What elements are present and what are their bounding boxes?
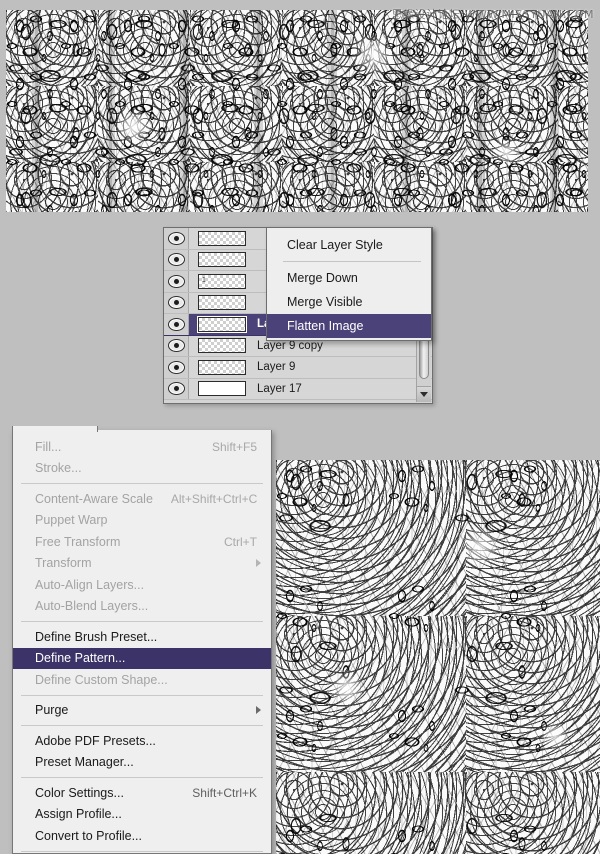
edit-menu-item: Auto-Align Layers... — [13, 574, 271, 596]
chevron-right-icon — [256, 706, 261, 715]
layer-thumbnail — [198, 252, 246, 268]
edit-menu-item-label: Puppet Warp — [35, 513, 108, 528]
layer-thumbnail-cell[interactable] — [189, 359, 255, 375]
layer-thumbnail-cell[interactable] — [189, 315, 255, 333]
edit-menu-item[interactable]: Purge — [13, 700, 271, 722]
layer-visibility-toggle[interactable] — [164, 335, 189, 356]
pattern-layer-highlights — [6, 10, 588, 212]
layer-row[interactable]: Layer 9 — [164, 357, 432, 379]
edit-menu-item: Content-Aware Scale Alt+Shift+Ctrl+C — [13, 488, 271, 510]
eye-icon — [167, 296, 185, 310]
chevron-right-icon — [256, 559, 261, 568]
edit-menu-item[interactable]: Assign Profile... — [13, 804, 271, 826]
edit-menu-item: Fill... Shift+F5 — [13, 436, 271, 458]
edit-menu-titlebar-stub — [12, 426, 98, 432]
layer-thumbnail-cell[interactable] — [189, 381, 255, 397]
edit-menu-item-label: Assign Profile... — [35, 807, 122, 822]
edit-menu-item[interactable]: Convert to Profile... — [13, 825, 271, 847]
triangle-down-icon — [420, 392, 428, 397]
edit-menu-item-label: Auto-Align Layers... — [35, 577, 145, 592]
edit-menu-item[interactable]: Define Brush Preset... — [13, 626, 271, 648]
context-menu-separator — [283, 261, 421, 262]
menu-separator — [21, 777, 263, 778]
layer-visibility-toggle[interactable] — [164, 271, 189, 292]
layer-thumbnail — [198, 230, 246, 246]
edit-menu-item-label: Define Brush Preset... — [35, 629, 158, 644]
edit-menu-dropdown[interactable]: Fill... Shift+F5 Stroke... Content-Aware Sc… — [12, 430, 272, 854]
context-menu-item[interactable]: Flatten Image — [267, 314, 431, 338]
menu-separator — [21, 725, 263, 726]
eye-icon — [167, 274, 185, 288]
layer-thumbnail-cell[interactable] — [189, 230, 255, 246]
layer-thumbnail-cell[interactable] — [189, 252, 255, 268]
menu-separator — [21, 621, 263, 622]
edit-menu-item: Auto-Blend Layers... — [13, 596, 271, 618]
layer-visibility-toggle[interactable] — [164, 314, 189, 335]
edit-menu-item-label: Stroke... — [35, 461, 82, 476]
layer-thumbnail — [198, 381, 246, 397]
layer-thumbnail: 1 — [198, 273, 246, 289]
edit-menu-item-label: Adobe PDF Presets... — [35, 733, 156, 748]
context-menu-item[interactable]: Merge Visible — [267, 290, 431, 314]
edit-menu-item: Puppet Warp — [13, 510, 271, 532]
layer-context-menu[interactable]: Clear Layer Style Merge Down Merge Visible… — [266, 227, 432, 341]
layer-thumbnail — [198, 359, 246, 375]
edit-menu-item-label: Content-Aware Scale — [35, 491, 153, 506]
menu-separator — [21, 694, 263, 696]
layer-thumbnail — [198, 295, 246, 311]
edit-menu-item: Stroke... — [13, 458, 271, 480]
layer-name-label: Layer 9 — [257, 361, 296, 374]
edit-menu-item-label: Define Pattern... — [35, 651, 126, 666]
layer-thumbnail-cell[interactable] — [189, 338, 255, 354]
context-menu-item[interactable]: Clear Layer Style — [267, 233, 431, 257]
layer-visibility-toggle[interactable] — [164, 228, 189, 249]
edit-menu-item-label: Transform — [35, 556, 92, 571]
layer-thumbnail — [198, 338, 246, 354]
layer-thumbnail — [197, 315, 247, 333]
menu-separator — [21, 850, 263, 852]
edit-menu-item[interactable]: Adobe PDF Presets... — [13, 730, 271, 752]
top-pattern-image — [6, 10, 588, 212]
eye-icon — [167, 339, 185, 353]
layer-row[interactable]: Layer 17 — [164, 378, 432, 400]
layer-thumbnail-cell[interactable] — [189, 295, 255, 311]
edit-menu-item-label: Convert to Profile... — [35, 828, 142, 843]
menu-separator — [21, 483, 263, 484]
context-menu-item[interactable]: Merge Down — [267, 266, 431, 290]
layer-visibility-toggle[interactable] — [164, 378, 189, 399]
canvas-layer-highlights — [276, 460, 600, 854]
layer-visibility-toggle[interactable] — [164, 249, 189, 270]
edit-menu-item-label: Define Custom Shape... — [35, 672, 168, 687]
layers-scroll-down-button[interactable] — [417, 386, 431, 402]
layer-visibility-toggle[interactable] — [164, 357, 189, 378]
edit-menu-item-shortcut: Shift+Ctrl+K — [192, 785, 257, 800]
layer-name-label: Layer 9 copy — [257, 339, 323, 352]
edit-menu-item[interactable]: Color Settings... Shift+Ctrl+K — [13, 782, 271, 804]
watermark-text: 思缘设计论坛 WWW.MISSYUAN.COM — [391, 8, 594, 21]
edit-menu-item[interactable]: Preset Manager... — [13, 752, 271, 774]
edit-menu-item: Transform — [13, 553, 271, 575]
edit-menu-item-shortcut: Shift+F5 — [211, 439, 257, 454]
layer-thumbnail-cell[interactable]: 1 — [189, 273, 255, 289]
eye-icon — [167, 382, 185, 396]
edit-menu-item-label: Preset Manager... — [35, 755, 134, 770]
eye-icon — [167, 317, 185, 331]
edit-menu-item[interactable]: Define Pattern... — [13, 647, 271, 669]
edit-menu-item-label: Free Transform — [35, 534, 121, 549]
eye-icon — [167, 253, 185, 267]
edit-menu-item-label: Color Settings... — [35, 785, 124, 800]
edit-menu-item-label: Auto-Blend Layers... — [35, 599, 149, 614]
edit-menu-item-label: Purge — [35, 703, 69, 718]
layer-thumbnail-mark: 1 — [202, 276, 206, 284]
eye-icon — [167, 360, 185, 374]
edit-menu-item: Free Transform Ctrl+T — [13, 531, 271, 553]
edit-menu-item-label: Fill... — [35, 439, 62, 454]
layer-visibility-toggle[interactable] — [164, 292, 189, 313]
layer-name-label: Layer 17 — [257, 382, 302, 395]
edit-menu-item-shortcut: Ctrl+T — [224, 534, 257, 549]
canvas-pattern-image — [276, 460, 600, 854]
edit-menu-item: Define Custom Shape... — [13, 669, 271, 691]
edit-menu-item-shortcut: Alt+Shift+Ctrl+C — [170, 491, 258, 506]
eye-icon — [167, 231, 185, 245]
